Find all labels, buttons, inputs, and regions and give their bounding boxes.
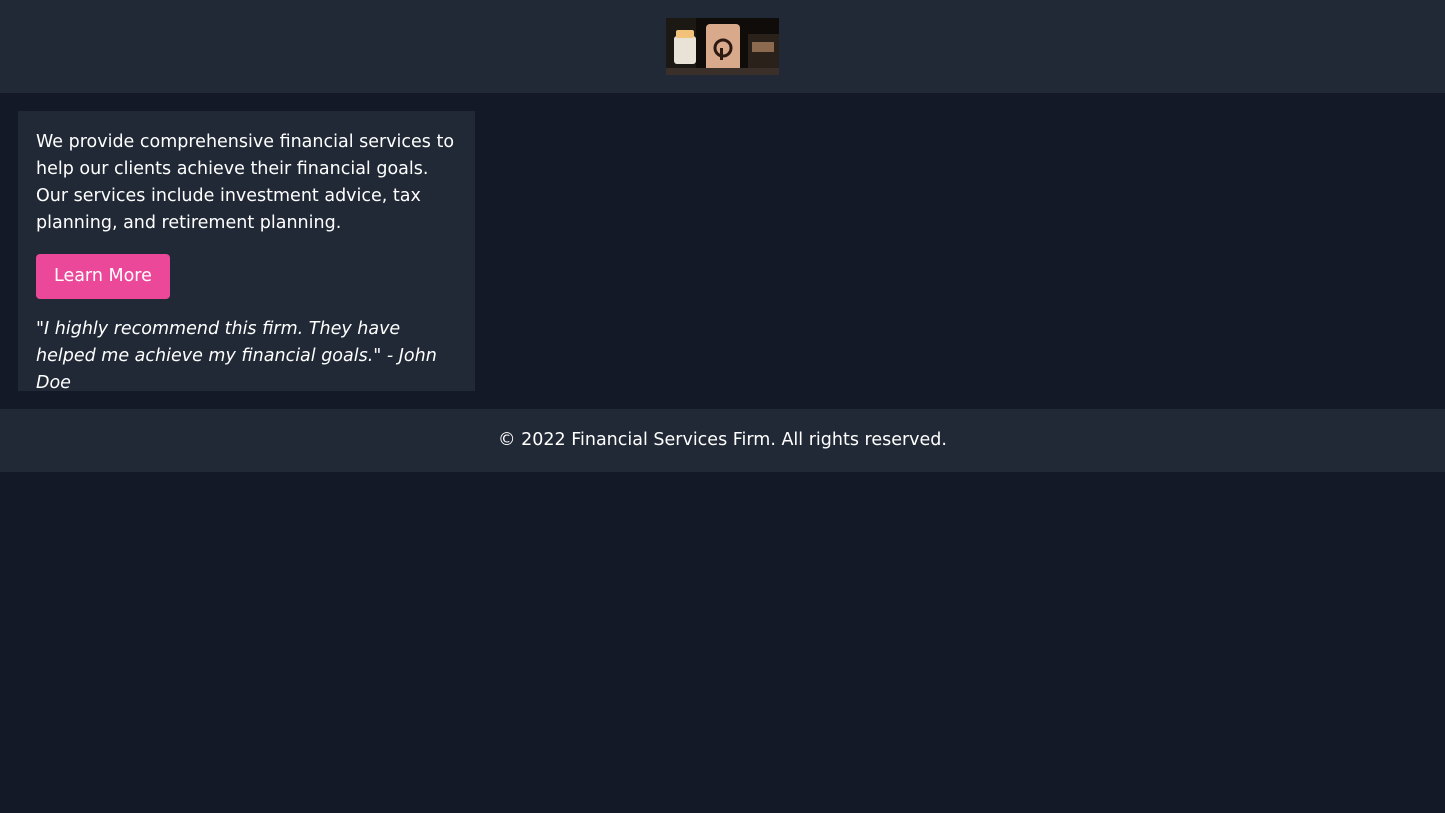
- learn-more-button[interactable]: Learn More: [36, 254, 170, 299]
- site-footer: © 2022 Financial Services Firm. All righ…: [0, 409, 1445, 472]
- copyright-text: © 2022 Financial Services Firm. All righ…: [498, 430, 947, 450]
- site-header: [0, 0, 1445, 93]
- services-description: We provide comprehensive financial servi…: [36, 132, 455, 233]
- services-card: We provide comprehensive financial servi…: [18, 111, 475, 393]
- logo-image[interactable]: [666, 18, 779, 75]
- product-photo-logo-icon: [666, 18, 779, 75]
- testimonial-quote: "I highly recommend this firm. They have…: [36, 319, 437, 393]
